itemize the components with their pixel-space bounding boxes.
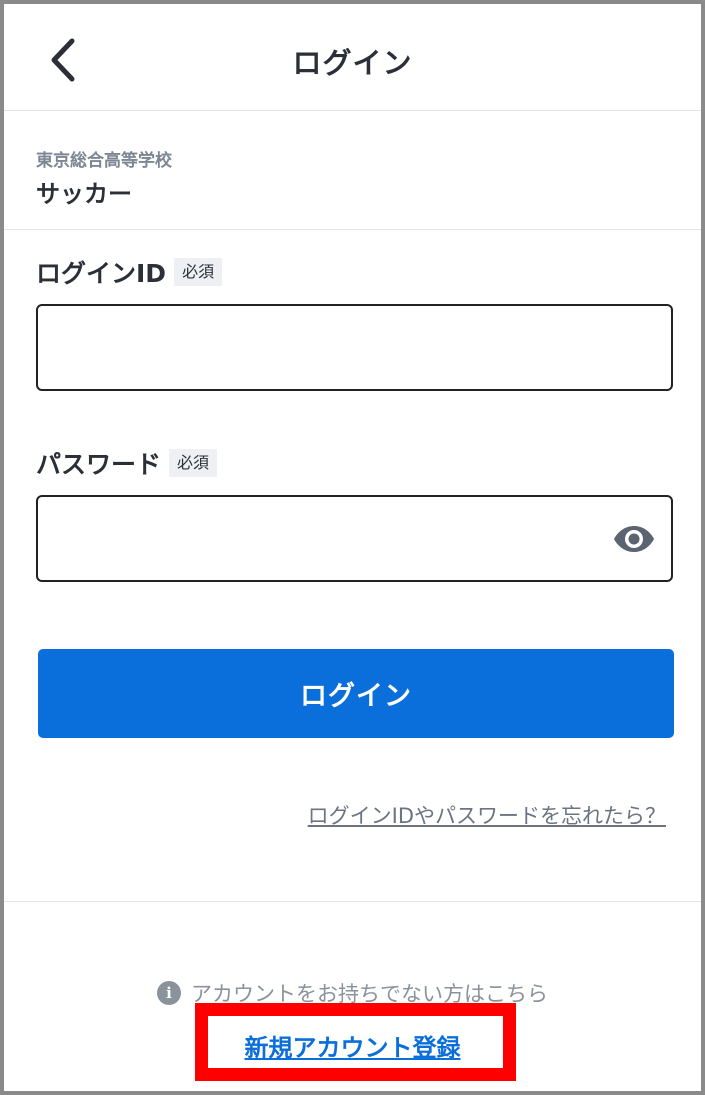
eye-icon [614, 526, 654, 552]
login-button[interactable]: ログイン [38, 649, 674, 738]
login-id-label: ログインID [36, 259, 167, 288]
login-id-input[interactable] [52, 306, 616, 391]
password-input[interactable] [52, 497, 616, 582]
login-id-label-row: ログインID 必須 [36, 254, 223, 290]
team-name: サッカー [36, 180, 132, 208]
password-label-row: パスワード 必須 [36, 445, 218, 481]
password-label: パスワード [36, 450, 162, 479]
page-title: ログイン [292, 46, 413, 80]
password-field[interactable] [36, 495, 673, 582]
register-account-link[interactable]: 新規アカウント登録 [4, 1028, 701, 1063]
required-badge: 必須 [169, 449, 218, 477]
required-badge: 必須 [174, 258, 223, 286]
team-info: 東京総合高等学校 サッカー [4, 110, 701, 230]
info-icon: i [157, 981, 181, 1005]
app-frame: ログイン 東京総合高等学校 サッカー ログインID 必須 パスワード 必須 ログ… [0, 0, 705, 1095]
header: ログイン [4, 4, 701, 111]
forgot-credentials-link[interactable]: ログインIDやパスワードを忘れたら？ [308, 800, 666, 830]
school-name: 東京総合高等学校 [36, 151, 172, 171]
toggle-password-visibility-button[interactable] [611, 519, 657, 559]
divider [4, 901, 701, 902]
login-id-field[interactable] [36, 304, 673, 391]
